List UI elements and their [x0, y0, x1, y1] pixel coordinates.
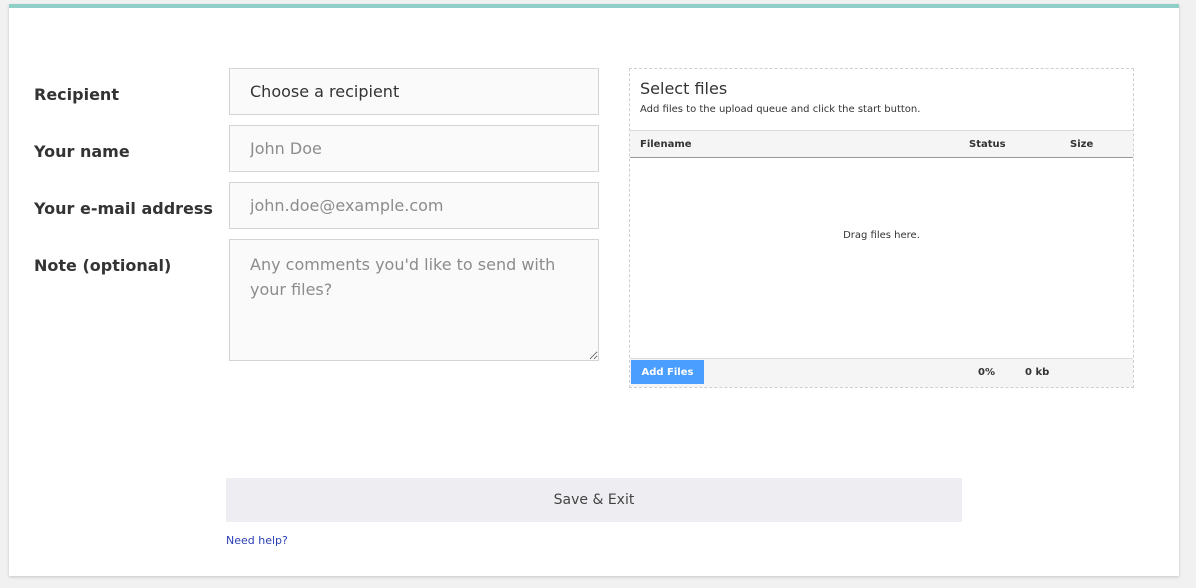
name-label: Your name [34, 142, 130, 161]
uploader-title: Select files [640, 79, 728, 98]
upload-form-card: Recipient Choose a recipient Your name Y… [9, 4, 1179, 576]
recipient-select[interactable]: Choose a recipient [229, 68, 599, 115]
note-textarea[interactable] [229, 239, 599, 361]
need-help-link[interactable]: Need help? [226, 534, 288, 547]
uploader-subtitle: Add files to the upload queue and click … [640, 104, 921, 115]
column-status: Status [969, 139, 1006, 150]
recipient-label: Recipient [34, 85, 119, 104]
email-label: Your e-mail address [34, 199, 213, 218]
column-size: Size [1070, 139, 1094, 150]
note-label: Note (optional) [34, 256, 172, 275]
upload-progress-percent: 0% [978, 367, 995, 378]
name-input[interactable] [229, 125, 599, 172]
file-list-header: Filename Status Size [630, 130, 1133, 158]
drop-zone-text: Drag files here. [843, 230, 920, 241]
file-drop-zone[interactable]: Drag files here. [630, 158, 1133, 358]
file-uploader: Select files Add files to the upload que… [629, 68, 1134, 388]
file-list-footer: Add Files 0% 0 kb [630, 358, 1133, 387]
email-input[interactable] [229, 182, 599, 229]
save-exit-button[interactable]: Save & Exit [226, 478, 962, 522]
column-filename: Filename [640, 139, 692, 150]
upload-total-size: 0 kb [1025, 367, 1050, 378]
add-files-button[interactable]: Add Files [631, 360, 704, 384]
